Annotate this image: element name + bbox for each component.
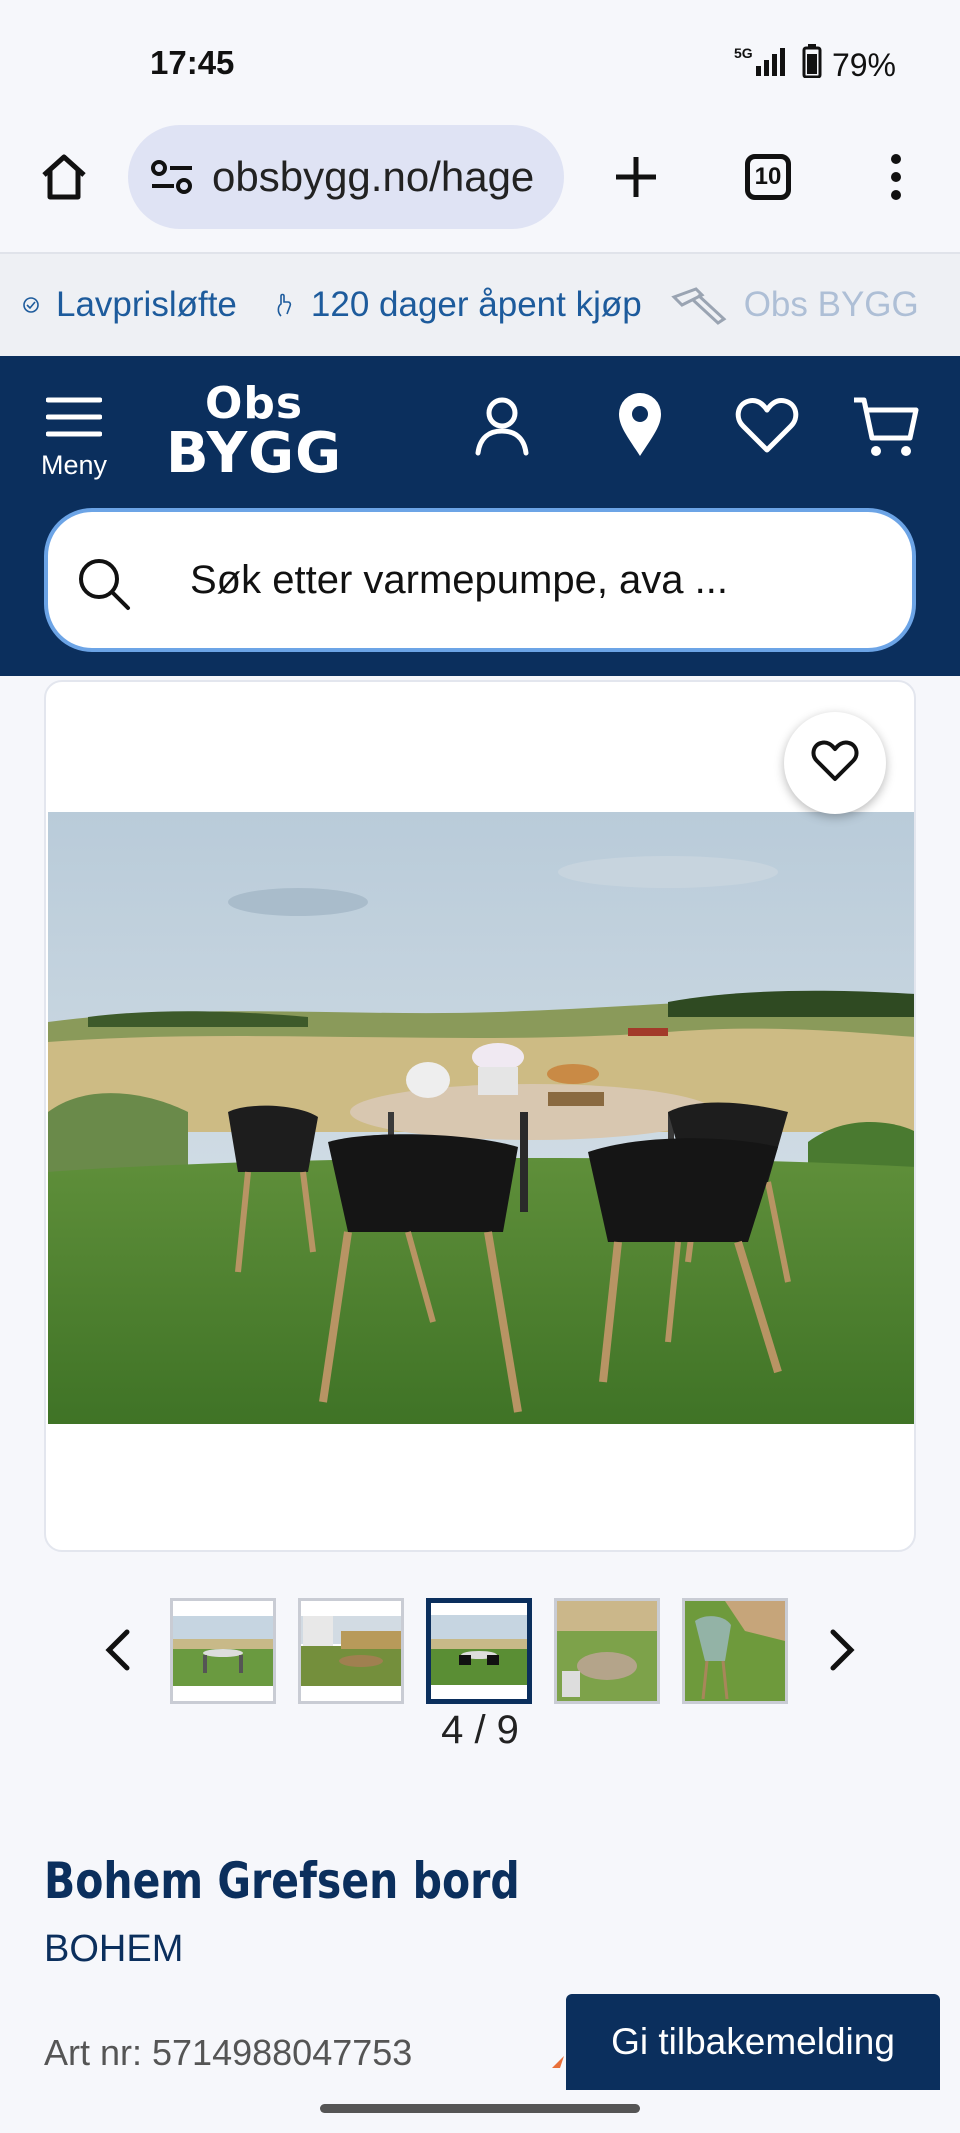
thumbnail-1[interactable]: [170, 1598, 276, 1704]
promo-strip: Lavprisløfte 120 dager åpent kjøp Obs BY…: [0, 252, 960, 356]
site-settings-icon[interactable]: [150, 159, 194, 195]
new-tab-icon[interactable]: [606, 147, 666, 207]
search-input[interactable]: Søk etter varmepumpe, ava ...: [44, 508, 916, 652]
store-location-icon[interactable]: [610, 390, 670, 460]
check-circle-icon: [22, 296, 40, 314]
chevron-left-icon: [105, 1629, 130, 1671]
battery-percent: 79%: [831, 46, 896, 83]
article-number: Art nr: 5714988047753: [44, 2032, 413, 2073]
browser-toolbar: obsbygg.no/hage 10: [0, 125, 960, 250]
promo-item-obs-bygg[interactable]: Obs BYGG: [668, 283, 919, 327]
heart-outline-icon: [811, 739, 859, 788]
tab-count: 10: [745, 154, 791, 200]
obs-bygg-logo[interactable]: Obs BYGG: [166, 382, 342, 482]
address-bar[interactable]: obsbygg.no/hage: [128, 125, 564, 229]
more-menu-icon[interactable]: [866, 147, 926, 207]
product-image-card[interactable]: [44, 680, 916, 1552]
promo-item-open-purchase[interactable]: 120 dager åpent kjøp: [275, 285, 642, 325]
menu-label[interactable]: Meny: [34, 450, 114, 481]
status-icons: 5G 79%: [734, 44, 896, 86]
product-title: Bohem Grefsen bord: [44, 1852, 520, 1910]
promo-item-lavpris[interactable]: Lavprisløfte: [22, 285, 237, 325]
promo-label: 120 dager åpent kjøp: [310, 285, 642, 324]
previous-image-button[interactable]: [88, 1620, 148, 1680]
feedback-button[interactable]: Gi tilbakemelding: [566, 1994, 940, 2090]
promo-label: Lavprisløfte: [56, 285, 237, 324]
url-text[interactable]: obsbygg.no/hage: [212, 153, 534, 201]
image-pager: 4 / 9: [441, 1708, 519, 1752]
search-icon: [76, 556, 132, 617]
add-to-favorites-button[interactable]: [784, 712, 886, 814]
next-image-button[interactable]: [812, 1620, 872, 1680]
hamburger-menu-icon[interactable]: [44, 394, 104, 440]
logo-line2: BYGG: [166, 421, 343, 486]
signal-icon: 5G: [734, 44, 792, 86]
hand-icon: [275, 292, 295, 318]
product-photo[interactable]: [48, 812, 916, 1424]
site-header: Meny Obs BYGG Søk etter varmepumpe, ava …: [0, 356, 960, 676]
thumbnail-4[interactable]: [554, 1598, 660, 1704]
svg-text:5G: 5G: [734, 45, 753, 61]
thumbnail-3-active[interactable]: [426, 1598, 532, 1704]
tab-switcher-button[interactable]: 10: [738, 147, 798, 207]
battery-icon: [802, 44, 822, 86]
product-brand[interactable]: BOHEM: [44, 1928, 183, 1971]
hammer-icon: [668, 283, 728, 327]
chevron-right-icon: [830, 1629, 855, 1671]
thumbnail-5[interactable]: [682, 1598, 788, 1704]
home-indicator[interactable]: [320, 2104, 640, 2113]
logo-line1: Obs: [205, 378, 304, 429]
thumbnail-2[interactable]: [298, 1598, 404, 1704]
partial-star-icon: [552, 2056, 564, 2068]
heart-icon[interactable]: [734, 394, 800, 456]
status-bar: 17:45 5G 79%: [0, 0, 960, 125]
promo-label: Obs BYGG: [743, 285, 919, 324]
search-placeholder: Søk etter varmepumpe, ava ...: [190, 557, 728, 602]
cart-icon[interactable]: [850, 392, 922, 462]
status-time: 17:45: [150, 44, 235, 81]
home-icon[interactable]: [34, 147, 94, 207]
account-icon[interactable]: [470, 392, 534, 460]
